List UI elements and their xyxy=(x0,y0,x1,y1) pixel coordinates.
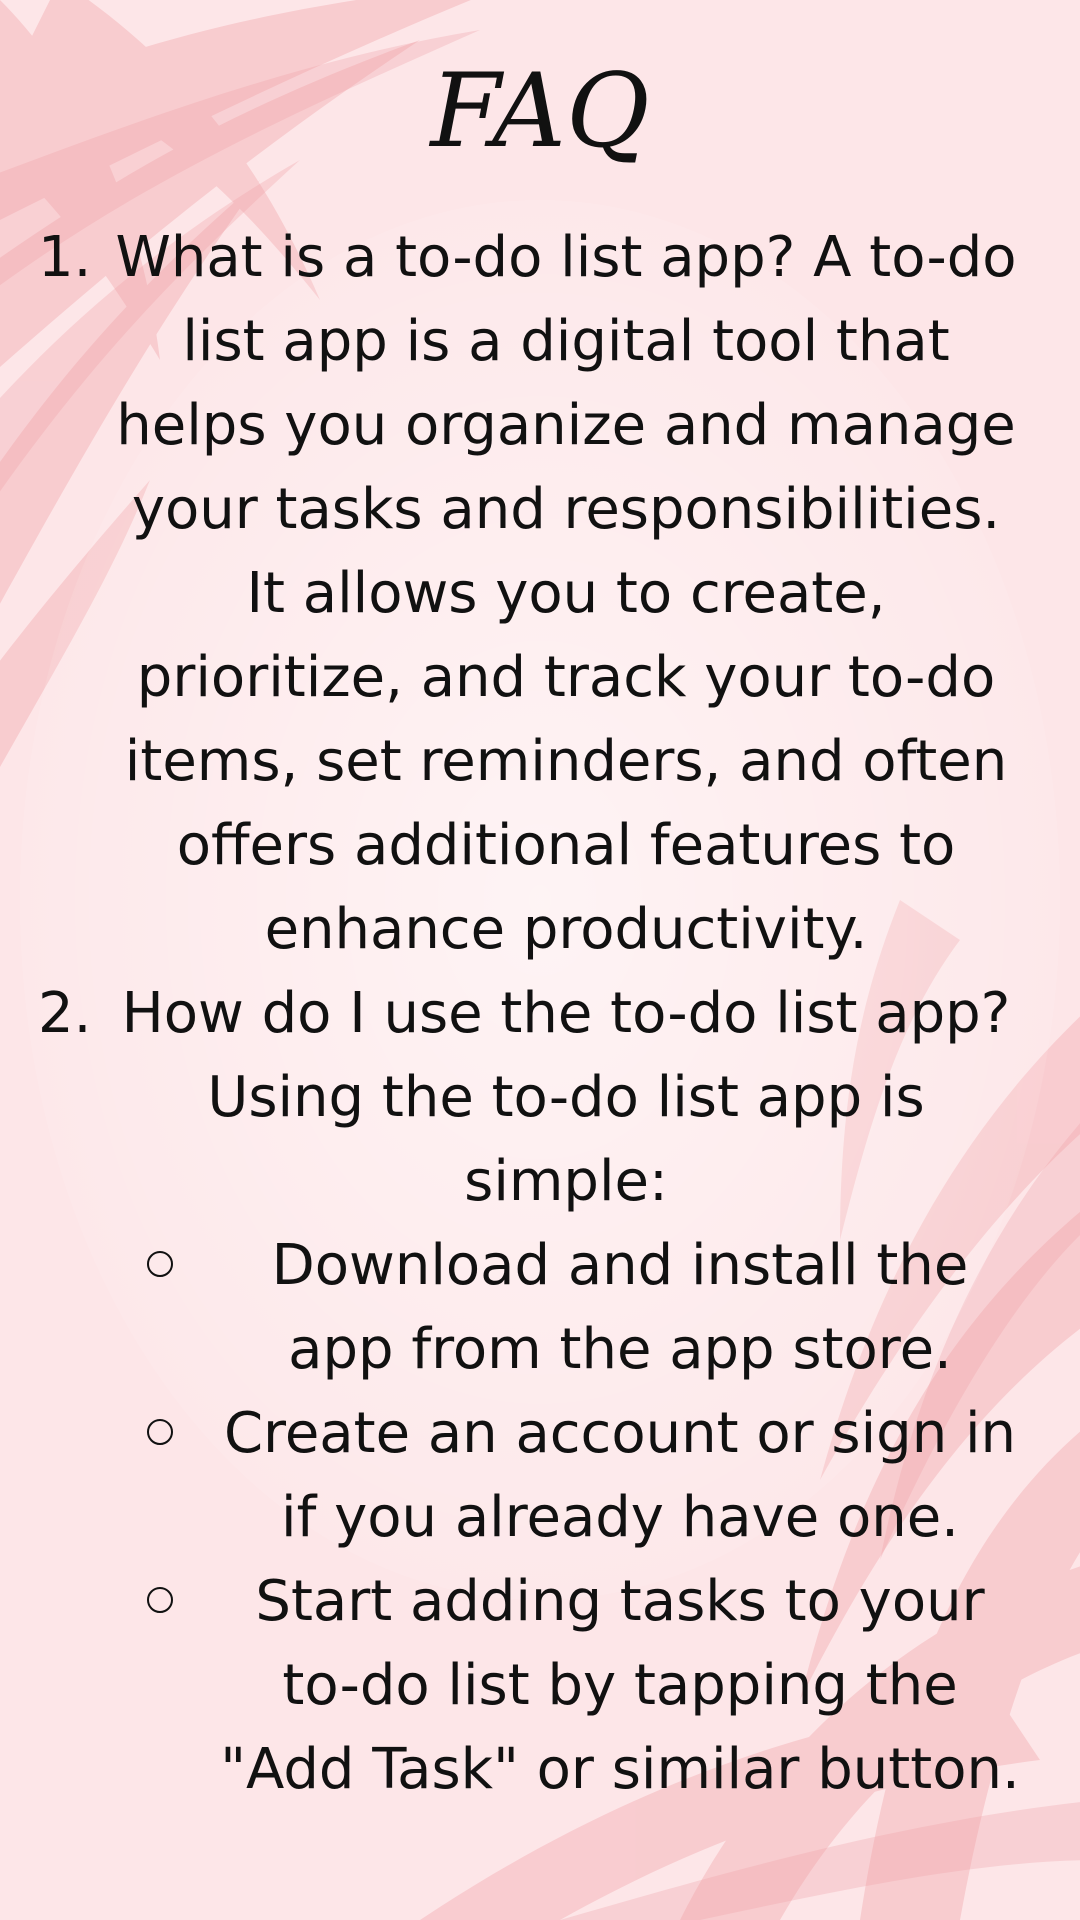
sub-line: "Add Task" or similar button. xyxy=(220,1737,1020,1802)
item-number-1: 1. xyxy=(38,225,92,290)
sub-line: Download and install the xyxy=(271,1233,969,1298)
faq-line: enhance productivity. xyxy=(264,897,868,962)
bullet-circle-icon xyxy=(147,1251,173,1277)
sub-item-1: Download and install the app from the ap… xyxy=(200,1224,1040,1392)
faq-line: How do I use the to-do list app? xyxy=(121,981,1011,1046)
sub-line: to-do list by tapping the xyxy=(282,1653,958,1718)
faq-line: prioritize, and track your to-do xyxy=(136,645,996,710)
faq-line: simple: xyxy=(464,1149,668,1214)
faq-line: It allows you to create, xyxy=(246,561,886,626)
sub-line: if you already have one. xyxy=(281,1485,959,1550)
sub-line: Create an account or sign in xyxy=(223,1401,1017,1466)
item-number-2: 2. xyxy=(38,981,92,1046)
sub-line: app from the app store. xyxy=(288,1317,952,1382)
sub-line: Start adding tasks to your xyxy=(255,1569,985,1634)
faq-item-2: How do I use the to-do list app? Using t… xyxy=(96,972,1036,1224)
faq-page: FAQ 1. What is a to-do list app? A to-do… xyxy=(0,0,1080,1920)
faq-item-1: What is a to-do list app? A to-do list a… xyxy=(96,216,1036,972)
bullet-circle-icon xyxy=(147,1587,173,1613)
sub-item-2: Create an account or sign in if you alre… xyxy=(200,1392,1040,1560)
faq-line: Using the to-do list app is xyxy=(207,1065,925,1130)
faq-line: helps you organize and manage xyxy=(116,393,1016,458)
faq-line: list app is a digital tool that xyxy=(182,309,950,374)
page-title: FAQ xyxy=(430,52,650,171)
faq-line: your tasks and responsibilities. xyxy=(131,477,1001,542)
faq-line: items, set reminders, and often xyxy=(124,729,1008,794)
faq-line: offers additional features to xyxy=(176,813,956,878)
faq-line: What is a to-do list app? A to-do xyxy=(115,225,1017,290)
sub-item-3: Start adding tasks to your to-do list by… xyxy=(200,1560,1040,1812)
bullet-circle-icon xyxy=(147,1419,173,1445)
